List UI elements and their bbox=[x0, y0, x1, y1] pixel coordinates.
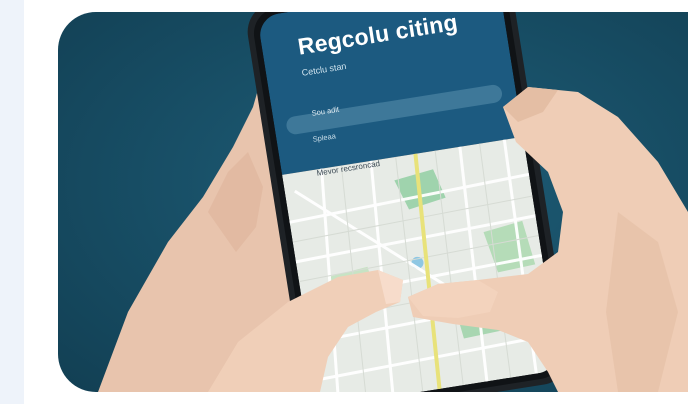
left-sidebar-strip bbox=[0, 0, 24, 404]
hands-holding-phone-photo bbox=[98, 12, 688, 392]
hero-image-card: Regcolu citing Cetclu stan Sou adit Sple… bbox=[58, 12, 688, 392]
